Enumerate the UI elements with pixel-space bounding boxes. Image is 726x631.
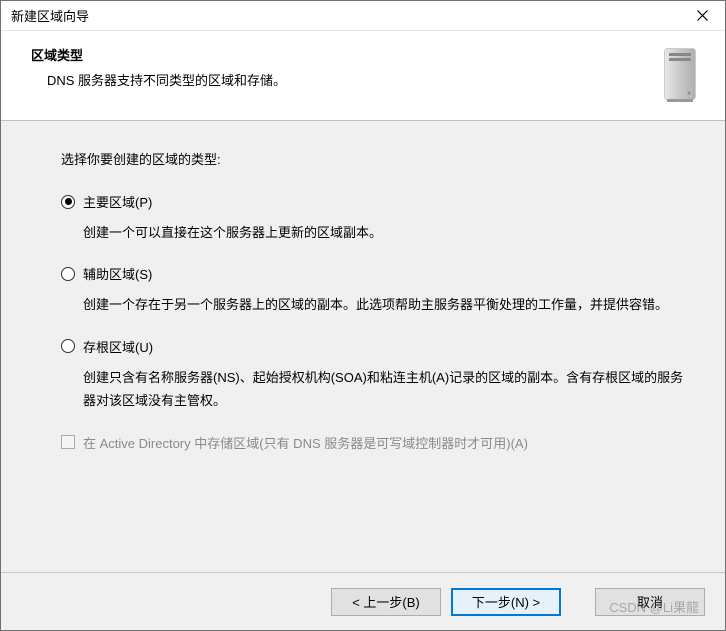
wizard-header: 区域类型 DNS 服务器支持不同类型的区域和存储。 — [1, 31, 725, 121]
window-title: 新建区域向导 — [11, 6, 89, 25]
radio-secondary[interactable]: 辅助区域(S) — [61, 264, 685, 283]
wizard-footer: < 上一步(B) 下一步(N) > 取消 — [1, 572, 725, 630]
checkbox-icon — [61, 435, 75, 449]
radio-label: 辅助区域(S) — [83, 264, 152, 283]
checkbox-label: 在 Active Directory 中存储区域(只有 DNS 服务器是可写域控… — [83, 433, 528, 452]
radio-stub[interactable]: 存根区域(U) — [61, 337, 685, 356]
radio-description: 创建只含有名称服务器(NS)、起始授权机构(SOA)和粘连主机(A)记录的区域的… — [83, 366, 685, 413]
radio-icon — [61, 267, 75, 281]
radio-label: 存根区域(U) — [83, 337, 153, 356]
cancel-button[interactable]: 取消 — [595, 588, 705, 616]
titlebar: 新建区域向导 — [1, 1, 725, 31]
page-subtitle: DNS 服务器支持不同类型的区域和存储。 — [31, 70, 655, 89]
back-button[interactable]: < 上一步(B) — [331, 588, 441, 616]
radio-icon — [61, 195, 75, 209]
radio-description: 创建一个可以直接在这个服务器上更新的区域副本。 — [83, 221, 685, 244]
radio-option-primary: 主要区域(P) 创建一个可以直接在这个服务器上更新的区域副本。 — [61, 192, 685, 244]
page-title: 区域类型 — [31, 45, 655, 64]
checkbox-ad-store: 在 Active Directory 中存储区域(只有 DNS 服务器是可写域控… — [61, 433, 685, 452]
instruction-text: 选择你要创建的区域的类型: — [61, 149, 685, 168]
next-button[interactable]: 下一步(N) > — [451, 588, 561, 616]
server-icon — [655, 45, 705, 110]
wizard-body: 选择你要创建的区域的类型: 主要区域(P) 创建一个可以直接在这个服务器上更新的… — [1, 121, 725, 572]
radio-icon — [61, 339, 75, 353]
radio-option-secondary: 辅助区域(S) 创建一个存在于另一个服务器上的区域的副本。此选项帮助主服务器平衡… — [61, 264, 685, 316]
radio-option-stub: 存根区域(U) 创建只含有名称服务器(NS)、起始授权机构(SOA)和粘连主机(… — [61, 337, 685, 413]
close-icon — [697, 10, 708, 21]
radio-primary[interactable]: 主要区域(P) — [61, 192, 685, 211]
close-button[interactable] — [679, 1, 725, 31]
radio-description: 创建一个存在于另一个服务器上的区域的副本。此选项帮助主服务器平衡处理的工作量，并… — [83, 293, 685, 316]
radio-label: 主要区域(P) — [83, 192, 152, 211]
